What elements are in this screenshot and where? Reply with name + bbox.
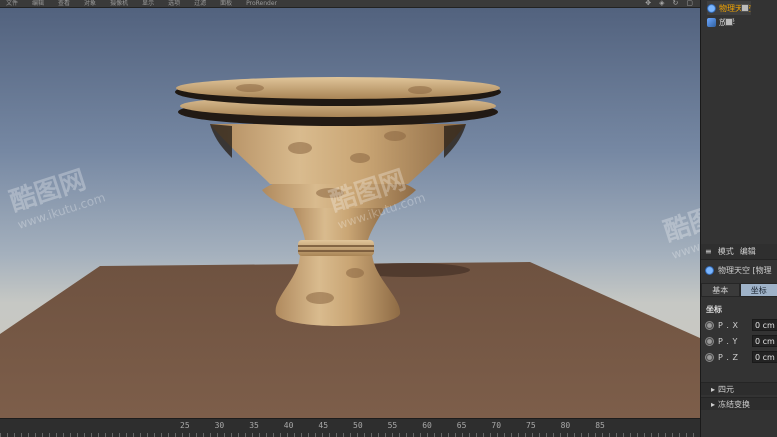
attribute-header: ≡ 模式 编辑	[701, 244, 777, 260]
timeline-frame-label: 30	[214, 421, 225, 430]
timeline-ticks	[0, 433, 700, 437]
menu-item[interactable]: 查看	[58, 0, 70, 7]
menu-item[interactable]: 过滤	[194, 0, 206, 7]
group-quaternion[interactable]: ▸ 四元	[701, 382, 777, 395]
keyframe-radio[interactable]	[705, 336, 714, 346]
keyframe-radio[interactable]	[705, 320, 714, 330]
attribute-object-title: 物理天空 [物理	[705, 265, 772, 276]
menu-item[interactable]: 文件	[6, 0, 18, 7]
mode-menu[interactable]: 模式	[718, 246, 734, 257]
edit-menu[interactable]: 编辑	[740, 246, 756, 257]
timeline-frame-label: 65	[456, 421, 467, 430]
viewport-nav-icons: ✥ ◈ ↻ ▢	[645, 0, 693, 7]
menu-item[interactable]: 选项	[168, 0, 180, 7]
timeline-frame-label: 40	[283, 421, 294, 430]
tag-icon[interactable]	[741, 4, 749, 12]
field-px: P . X 0 cm	[705, 318, 777, 332]
menu-item[interactable]: 摄像机	[110, 0, 128, 7]
menu-item[interactable]: 显示	[142, 0, 154, 7]
expand-arrow-icon: ▸	[711, 384, 716, 394]
timeline[interactable]: 25 30 35 40 45 50 55 60 65 70 75 80 85	[0, 418, 700, 437]
timeline-frame-label: 25	[180, 421, 190, 430]
expand-arrow-icon: ▸	[711, 399, 716, 409]
menu-item[interactable]: 面板	[220, 0, 232, 7]
object-item-loft[interactable]: 放样	[707, 15, 735, 29]
timeline-frame-label: 75	[526, 421, 536, 430]
tab-coordinates[interactable]: 坐标	[739, 283, 777, 297]
vase-bowl	[210, 124, 466, 184]
hamburger-icon[interactable]: ≡	[705, 247, 712, 256]
viewport-menubar: 文件 编辑 查看 对象 摄像机 显示 选项 过滤 面板 ProRender	[0, 0, 700, 8]
loft-icon	[707, 17, 716, 27]
vase-ring	[298, 240, 374, 256]
field-pz: P . Z 0 cm	[705, 350, 777, 364]
sky-icon	[705, 266, 714, 275]
rotate-view-icon[interactable]: ↻	[673, 0, 679, 7]
timeline-frame-label: 35	[249, 421, 259, 430]
move-view-icon[interactable]: ✥	[645, 0, 651, 7]
py-input[interactable]: 0 cm	[752, 335, 777, 347]
tag-icon[interactable]	[725, 18, 733, 26]
zoom-view-icon[interactable]: ◈	[659, 0, 664, 7]
pz-input[interactable]: 0 cm	[752, 351, 777, 363]
keyframe-radio[interactable]	[705, 352, 714, 362]
tab-basic[interactable]: 基本	[701, 283, 740, 297]
timeline-frame-label: 85	[595, 421, 605, 430]
timeline-frame-label: 60	[422, 421, 432, 430]
timeline-frame-label: 70	[491, 421, 502, 430]
px-input[interactable]: 0 cm	[752, 319, 777, 331]
menu-item[interactable]: 对象	[84, 0, 96, 7]
section-title: 坐标	[706, 305, 722, 314]
sky-icon	[707, 3, 716, 13]
field-py: P . Y 0 cm	[705, 334, 777, 348]
group-freeze[interactable]: ▸ 冻结变换	[701, 397, 777, 410]
3d-viewport[interactable]: 酷图网 www.ikutu.com 酷图网 www.ikutu.com 酷图网 …	[0, 8, 700, 418]
timeline-frame-label: 80	[560, 421, 571, 430]
menu-item[interactable]: ProRender	[246, 0, 277, 7]
right-panel: 物理天空 放样 ≡ 模式 编辑 物理天空 [物理 基本 坐标 坐标 P . X …	[700, 0, 777, 437]
menu-item[interactable]: 编辑	[32, 0, 44, 7]
attribute-tabs: 基本 坐标	[701, 283, 777, 297]
maximize-view-icon[interactable]: ▢	[686, 0, 693, 7]
object-item-sky[interactable]: 物理天空	[707, 1, 751, 15]
timeline-frame-label: 45	[318, 421, 329, 430]
timeline-frame-label: 50	[353, 421, 363, 430]
timeline-frame-label: 55	[387, 421, 398, 430]
